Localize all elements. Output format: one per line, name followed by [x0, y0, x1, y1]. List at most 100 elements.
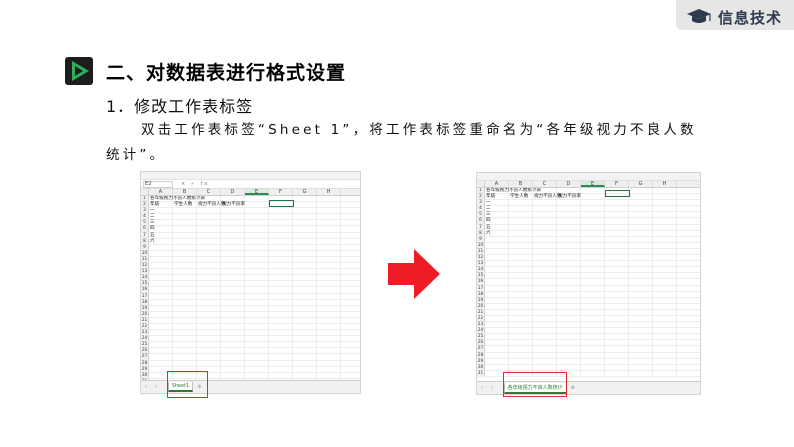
cell[interactable]: [269, 269, 293, 275]
cell[interactable]: 年级: [485, 194, 509, 200]
cell[interactable]: [245, 263, 269, 269]
cell[interactable]: [173, 323, 197, 330]
cell[interactable]: [173, 281, 197, 287]
cell[interactable]: [581, 315, 605, 322]
cell[interactable]: [629, 315, 653, 322]
cell[interactable]: [485, 248, 509, 255]
cell[interactable]: [581, 352, 605, 358]
cell[interactable]: [557, 291, 581, 297]
cell[interactable]: 视力不良人数: [533, 194, 562, 200]
cell[interactable]: [245, 220, 269, 226]
cell[interactable]: [581, 200, 605, 206]
cell[interactable]: [293, 238, 317, 244]
active-cell[interactable]: [269, 200, 294, 207]
cell[interactable]: [629, 236, 653, 242]
cell[interactable]: [269, 275, 293, 281]
cell[interactable]: [509, 315, 533, 322]
cell[interactable]: [485, 273, 509, 279]
cell[interactable]: [197, 348, 221, 354]
cell[interactable]: [269, 287, 293, 293]
cell[interactable]: 一: [485, 200, 509, 206]
cell[interactable]: [293, 336, 317, 342]
cell[interactable]: 三: [485, 212, 509, 218]
cell[interactable]: [149, 348, 173, 354]
cell[interactable]: [245, 226, 269, 232]
row-header[interactable]: 7: [477, 224, 485, 230]
row-header[interactable]: 9: [141, 244, 149, 250]
cell[interactable]: [605, 309, 629, 315]
cell[interactable]: [557, 364, 581, 370]
cell[interactable]: [533, 279, 557, 285]
cell[interactable]: [245, 275, 269, 281]
cell[interactable]: [317, 372, 341, 378]
cell[interactable]: [605, 358, 629, 364]
cell[interactable]: [173, 311, 197, 317]
cell[interactable]: [605, 236, 629, 242]
cell[interactable]: [557, 242, 581, 248]
column-header-c[interactable]: C: [197, 189, 221, 195]
cell[interactable]: [293, 263, 317, 269]
row-header[interactable]: 20: [141, 311, 149, 317]
row-header[interactable]: 14: [141, 275, 149, 281]
cell[interactable]: [605, 200, 629, 206]
cell[interactable]: 各年级视力不良人数统计表: [485, 188, 541, 194]
cell[interactable]: [317, 281, 341, 287]
cell[interactable]: [317, 244, 341, 250]
cell[interactable]: 六: [485, 230, 509, 236]
row-header[interactable]: 30: [477, 364, 485, 370]
cell[interactable]: [197, 299, 221, 305]
cell[interactable]: [581, 340, 605, 346]
cell[interactable]: [197, 214, 221, 220]
row-header[interactable]: 5: [141, 220, 149, 226]
row-header[interactable]: 23: [141, 330, 149, 336]
cell[interactable]: [293, 244, 317, 250]
cell[interactable]: [269, 348, 293, 354]
cell[interactable]: [269, 299, 293, 305]
cell[interactable]: [293, 348, 317, 354]
cell[interactable]: 视力不良率: [557, 194, 581, 200]
cell[interactable]: [149, 336, 173, 342]
cell[interactable]: [605, 279, 629, 285]
cell[interactable]: [149, 360, 173, 366]
column-header-b[interactable]: B: [173, 189, 197, 195]
column-header-h[interactable]: H: [653, 181, 677, 187]
cell[interactable]: [149, 281, 173, 287]
cell[interactable]: [293, 208, 317, 214]
cell[interactable]: [629, 248, 653, 255]
cell[interactable]: [581, 364, 605, 370]
cell[interactable]: [221, 330, 245, 336]
cell[interactable]: [293, 256, 317, 263]
cell[interactable]: [605, 370, 629, 376]
cell[interactable]: [605, 224, 629, 230]
column-header-g[interactable]: G: [629, 181, 653, 187]
cell[interactable]: [149, 250, 173, 256]
cell[interactable]: [317, 250, 341, 256]
cell[interactable]: [509, 303, 533, 309]
cell[interactable]: [245, 256, 269, 263]
cell[interactable]: [581, 248, 605, 255]
cell[interactable]: [221, 317, 245, 323]
cell[interactable]: [173, 250, 197, 256]
row-header[interactable]: 10: [477, 242, 485, 248]
cell[interactable]: [509, 255, 533, 261]
cell[interactable]: [653, 322, 677, 328]
row-header[interactable]: 24: [477, 328, 485, 334]
column-header-d[interactable]: D: [557, 181, 581, 187]
cell[interactable]: [269, 250, 293, 256]
row-header[interactable]: 19: [141, 305, 149, 311]
cell[interactable]: [605, 230, 629, 236]
cell[interactable]: [653, 328, 677, 334]
cell[interactable]: [557, 358, 581, 364]
cell[interactable]: [173, 196, 197, 202]
cell[interactable]: [629, 285, 653, 291]
cell[interactable]: [245, 208, 269, 214]
cell[interactable]: [629, 230, 653, 236]
cell[interactable]: 年级: [149, 202, 173, 208]
cell[interactable]: [605, 242, 629, 248]
cell[interactable]: [245, 354, 269, 360]
cell[interactable]: [173, 336, 197, 342]
cell[interactable]: [221, 232, 245, 238]
cell[interactable]: [197, 360, 221, 366]
cell[interactable]: [197, 263, 221, 269]
cell[interactable]: [245, 244, 269, 250]
